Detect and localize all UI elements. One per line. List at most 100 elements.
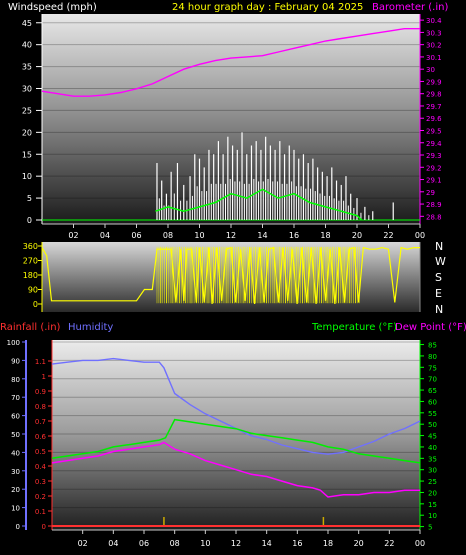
compass-letter-w: W — [435, 255, 446, 268]
wind-xtick-label: 00 — [415, 231, 425, 240]
temp-xtick-label: 20 — [354, 539, 364, 548]
direction-ytick-label: 360 — [23, 242, 38, 251]
temp-xtick-label: 16 — [292, 539, 302, 548]
baro-ytick-label: 30.3 — [426, 29, 442, 37]
wind-xtick-label: 14 — [257, 231, 267, 240]
humidity-axis-label: Humidity — [68, 322, 113, 333]
wind-panel-plot — [42, 14, 420, 224]
chart-title: 24 hour graph day : February 04 2025 — [172, 2, 363, 13]
humidity-ytick-label: 20 — [11, 486, 20, 494]
wind-xtick-label: 02 — [68, 231, 78, 240]
temp-ytick-label: 40 — [428, 444, 437, 452]
baro-ytick-label: 30 — [426, 66, 435, 74]
temp-ytick-label: 65 — [428, 387, 437, 395]
barometer-axis-label: Barometer (.in) — [372, 2, 448, 13]
rain-ytick-label: 0.5 — [35, 448, 46, 456]
humidity-ytick-label: 90 — [11, 357, 20, 365]
rainfall-axis-label: Rainfall (.in) — [0, 322, 61, 333]
direction-ytick-label: 0 — [33, 300, 38, 309]
baro-ytick-label: 30.4 — [426, 17, 442, 25]
humidity-ytick-label: 50 — [11, 431, 20, 439]
wind-xtick-label: 20 — [352, 231, 362, 240]
wind-ytick-label: 35 — [22, 63, 32, 72]
wind-xtick-label: 18 — [320, 231, 330, 240]
temp-ytick-label: 60 — [428, 398, 437, 406]
rain-ytick-label: 0 — [42, 523, 46, 531]
wind-xtick-label: 04 — [100, 231, 110, 240]
temp-panel-plot — [52, 340, 420, 530]
humidity-ytick-label: 100 — [7, 339, 20, 347]
wind-xtick-label: 10 — [194, 231, 204, 240]
temp-xtick-label: 08 — [170, 539, 180, 548]
wind-ytick-label: 20 — [22, 128, 32, 137]
wind-xtick-label: 12 — [226, 231, 236, 240]
humidity-ytick-label: 70 — [11, 394, 20, 402]
temp-ytick-label: 15 — [428, 501, 437, 509]
wind-ytick-label: 10 — [22, 172, 32, 181]
baro-ytick-label: 29.2 — [426, 164, 442, 172]
rain-ytick-label: 0.2 — [35, 493, 46, 501]
rain-ytick-label: 0.1 — [35, 508, 46, 516]
weather-graphs: Windspeed (mph) 24 hour graph day : Febr… — [0, 2, 466, 548]
temp-ytick-label: 35 — [428, 455, 437, 463]
baro-ytick-label: 29.8 — [426, 91, 442, 99]
direction-ytick-label: 180 — [23, 271, 38, 280]
wind-ytick-label: 30 — [22, 85, 32, 94]
temp-ytick-label: 85 — [428, 342, 437, 350]
temp-xtick-label: 14 — [262, 539, 272, 548]
baro-ytick-label: 29.1 — [426, 177, 442, 185]
temp-xtick-label: 00 — [415, 539, 425, 548]
baro-ytick-label: 29.3 — [426, 152, 442, 160]
baro-ytick-label: 29.7 — [426, 103, 442, 111]
temp-ytick-label: 10 — [428, 512, 437, 520]
rain-ytick-label: 0.6 — [35, 433, 47, 441]
temp-xtick-label: 10 — [200, 539, 210, 548]
wind-ytick-label: 40 — [22, 41, 32, 50]
rain-ytick-label: 1.1 — [35, 358, 46, 366]
humidity-ytick-label: 80 — [11, 376, 20, 384]
compass-letter-n-top: N — [435, 240, 443, 253]
temp-ytick-label: 55 — [428, 410, 437, 418]
direction-ytick-label: 270 — [23, 257, 38, 266]
baro-ytick-label: 28.8 — [426, 213, 442, 221]
humidity-ytick-label: 10 — [11, 505, 20, 513]
dewpoint-axis-label: Dew Point (°F) — [395, 322, 466, 333]
baro-ytick-label: 28.9 — [426, 201, 442, 209]
temp-xtick-label: 02 — [78, 539, 88, 548]
temp-ytick-label: 5 — [428, 524, 432, 532]
humidity-ytick-label: 40 — [11, 449, 20, 457]
temp-ytick-label: 50 — [428, 421, 437, 429]
temp-ytick-label: 75 — [428, 364, 437, 372]
windspeed-axis-label: Windspeed (mph) — [8, 2, 97, 13]
baro-ytick-label: 30.1 — [426, 54, 442, 62]
rain-ytick-label: 0.4 — [35, 463, 47, 471]
wind-ytick-label: 5 — [27, 194, 32, 203]
baro-ytick-label: 30.2 — [426, 42, 442, 50]
temp-ytick-label: 30 — [428, 467, 437, 475]
rain-ytick-label: 0.9 — [35, 388, 46, 396]
temp-xtick-label: 18 — [323, 539, 333, 548]
baro-ytick-label: 29.4 — [426, 140, 442, 148]
baro-ytick-label: 29 — [426, 189, 435, 197]
wind-xtick-label: 08 — [163, 231, 173, 240]
temperature-axis-label: Temperature (°F) — [311, 322, 397, 333]
wind-xtick-label: 16 — [289, 231, 299, 240]
rain-ytick-label: 1 — [42, 373, 46, 381]
temp-xtick-label: 06 — [139, 539, 149, 548]
rain-ytick-label: 0.8 — [35, 403, 46, 411]
wind-ytick-label: 45 — [22, 19, 32, 28]
temp-ytick-label: 70 — [428, 376, 437, 384]
wind-ytick-label: 0 — [27, 216, 32, 225]
baro-ytick-label: 29.5 — [426, 127, 442, 135]
humidity-ytick-label: 60 — [11, 413, 20, 421]
temp-ytick-label: 20 — [428, 489, 437, 497]
temp-ytick-label: 45 — [428, 433, 437, 441]
baro-ytick-label: 29.6 — [426, 115, 442, 123]
wind-xtick-label: 06 — [131, 231, 141, 240]
wind-xtick-label: 22 — [383, 231, 393, 240]
temp-xtick-label: 22 — [384, 539, 394, 548]
direction-ytick-label: 90 — [28, 286, 38, 295]
rain-ytick-label: 0.7 — [35, 418, 46, 426]
wind-ytick-label: 25 — [22, 106, 32, 115]
compass-letter-e: E — [435, 287, 442, 300]
